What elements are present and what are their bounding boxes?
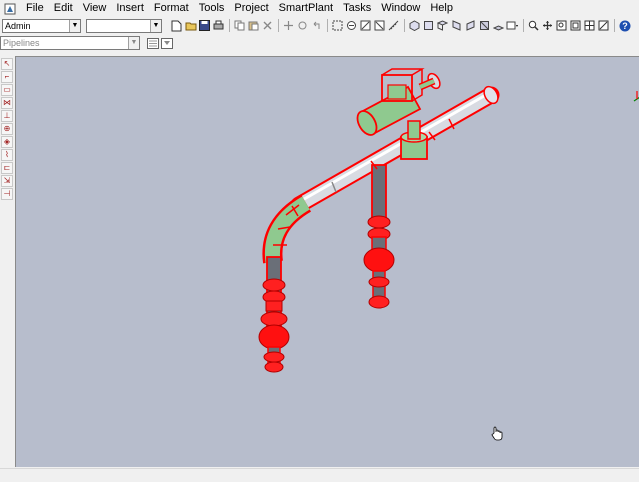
menu-window[interactable]: Window bbox=[376, 0, 425, 17]
menu-tools[interactable]: Tools bbox=[194, 0, 230, 17]
menu-bar: File Edit View Insert Format Tools Proje… bbox=[0, 0, 639, 17]
aspect-icon[interactable] bbox=[597, 19, 610, 32]
menu-file[interactable]: File bbox=[21, 0, 49, 17]
view-front-icon[interactable] bbox=[422, 19, 435, 32]
insert-support-icon[interactable]: ⊣ bbox=[1, 188, 13, 200]
graphic-view[interactable] bbox=[15, 56, 639, 467]
select-arrow-icon[interactable]: ↖ bbox=[1, 58, 13, 70]
common-views-icon[interactable] bbox=[583, 19, 596, 32]
toolbar-separator bbox=[404, 19, 405, 32]
menu-format[interactable]: Format bbox=[149, 0, 194, 17]
chevron-down-icon[interactable]: ▼ bbox=[128, 37, 139, 49]
route-spool-icon[interactable]: ⇲ bbox=[1, 175, 13, 187]
menu-smartplant[interactable]: SmartPlant bbox=[274, 0, 338, 17]
workspace-combo[interactable]: Admin ▼ bbox=[2, 18, 81, 33]
pan-tool-icon[interactable] bbox=[541, 19, 554, 32]
insert-split-icon[interactable]: ⊥ bbox=[1, 110, 13, 122]
menu-edit[interactable]: Edit bbox=[49, 0, 78, 17]
move-icon[interactable] bbox=[282, 19, 295, 32]
status-bar bbox=[0, 468, 639, 482]
insert-feature-icon[interactable]: ⊏ bbox=[1, 162, 13, 174]
rotate-icon[interactable] bbox=[296, 19, 309, 32]
right-drop-pipe[interactable] bbox=[363, 164, 395, 309]
insert-valve-icon[interactable]: ⋈ bbox=[1, 97, 13, 109]
workspace-combo-value: Admin bbox=[5, 20, 31, 31]
toolbar-separator bbox=[229, 19, 230, 32]
locate-filter-value: Pipelines bbox=[3, 38, 40, 48]
select-tool-icon[interactable] bbox=[331, 19, 344, 32]
view-iso-icon[interactable] bbox=[408, 19, 421, 32]
inside-fence-icon[interactable] bbox=[359, 19, 372, 32]
paste-icon[interactable] bbox=[247, 19, 260, 32]
view-style-icon[interactable] bbox=[506, 19, 519, 32]
help-icon[interactable]: ? bbox=[618, 19, 631, 32]
chevron-down-icon[interactable]: ▼ bbox=[69, 19, 80, 32]
axis-triad-icon bbox=[633, 91, 639, 102]
filter-manager-icon[interactable] bbox=[160, 37, 173, 50]
insert-specialty-icon[interactable]: ◈ bbox=[1, 136, 13, 148]
left-drop-pipe[interactable] bbox=[258, 256, 290, 373]
open-folder-icon[interactable] bbox=[184, 19, 197, 32]
insert-component-icon[interactable]: ▭ bbox=[1, 84, 13, 96]
view-bottom-icon[interactable] bbox=[492, 19, 505, 32]
standard-toolbar: Admin ▼ ▼ ? bbox=[0, 17, 639, 34]
menu-project[interactable]: Project bbox=[229, 0, 273, 17]
overlap-fence-icon[interactable] bbox=[373, 19, 386, 32]
toolbar-separator bbox=[523, 19, 524, 32]
route-pipe-icon[interactable]: ⌐ bbox=[1, 71, 13, 83]
delete-icon[interactable] bbox=[261, 19, 274, 32]
menu-help[interactable]: Help bbox=[425, 0, 458, 17]
view-right-icon[interactable] bbox=[450, 19, 463, 32]
hand-cursor-icon bbox=[491, 426, 503, 441]
chevron-down-icon[interactable]: ▼ bbox=[150, 19, 161, 32]
copy-icon[interactable] bbox=[233, 19, 246, 32]
undo-icon[interactable] bbox=[310, 19, 323, 32]
menu-tasks[interactable]: Tasks bbox=[338, 0, 376, 17]
app-icon[interactable] bbox=[3, 2, 17, 16]
save-icon[interactable] bbox=[198, 19, 211, 32]
filter-select-icon[interactable] bbox=[345, 19, 358, 32]
view-top-icon[interactable] bbox=[436, 19, 449, 32]
toolbar-separator bbox=[614, 19, 615, 32]
zoom-area-icon[interactable] bbox=[555, 19, 568, 32]
insert-tap-icon[interactable]: ⊕ bbox=[1, 123, 13, 135]
view-back-icon[interactable] bbox=[478, 19, 491, 32]
application-window: File Edit View Insert Format Tools Proje… bbox=[0, 0, 639, 482]
pipe-routing-toolbar: ↖ ⌐ ▭ ⋈ ⊥ ⊕ ◈ ⌇ ⊏ ⇲ ⊣ bbox=[0, 58, 14, 200]
toolbar-separator bbox=[327, 19, 328, 32]
measure-icon[interactable] bbox=[387, 19, 400, 32]
locate-filter-toolbar: Pipelines ▼ bbox=[0, 35, 639, 51]
filter-combo[interactable]: ▼ bbox=[86, 18, 162, 33]
print-icon[interactable] bbox=[212, 19, 225, 32]
locate-filter-combo[interactable]: Pipelines ▼ bbox=[0, 36, 140, 50]
connect-icon[interactable]: ⌇ bbox=[1, 149, 13, 161]
pipe-elbow[interactable] bbox=[262, 194, 312, 264]
menu-insert[interactable]: Insert bbox=[111, 0, 149, 17]
filter-properties-icon[interactable] bbox=[146, 37, 159, 50]
toolbar-separator bbox=[278, 19, 279, 32]
view-left-icon[interactable] bbox=[464, 19, 477, 32]
new-icon[interactable] bbox=[170, 19, 183, 32]
zoom-tool-icon[interactable] bbox=[527, 19, 540, 32]
help-icon-label: ? bbox=[622, 21, 628, 31]
fit-view-icon[interactable] bbox=[569, 19, 582, 32]
piping-model-3d[interactable] bbox=[16, 57, 639, 467]
menu-view[interactable]: View bbox=[78, 0, 112, 17]
